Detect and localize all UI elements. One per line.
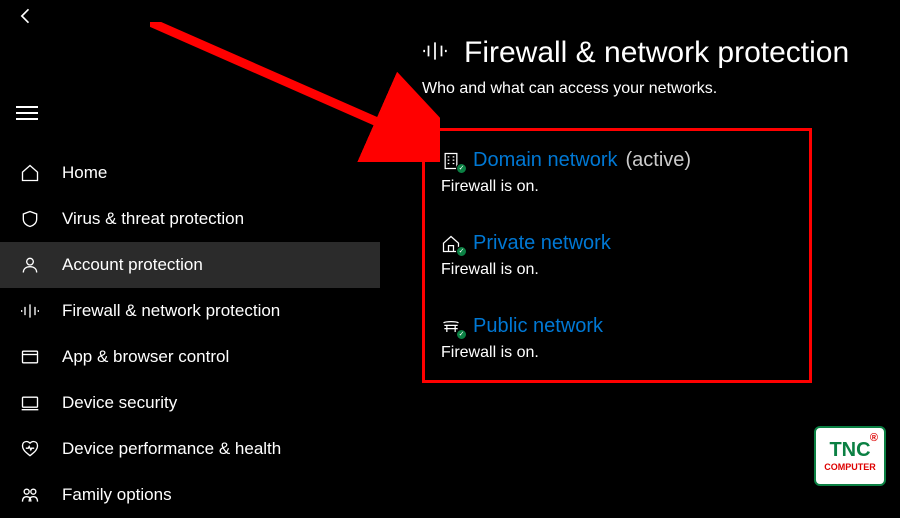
- sidebar-item-label: App & browser control: [62, 347, 229, 367]
- sidebar-item-family[interactable]: Family options: [0, 472, 380, 518]
- public-network-link[interactable]: Public network: [473, 315, 603, 338]
- shield-icon: [20, 209, 48, 229]
- network-item-private: ✓ Private network Firewall is on.: [441, 232, 793, 279]
- check-badge-icon: ✓: [456, 329, 467, 340]
- sidebar-item-label: Home: [62, 163, 107, 183]
- sidebar: Home Virus & threat protection Account p…: [0, 36, 380, 500]
- sidebar-item-account[interactable]: Account protection: [0, 242, 380, 288]
- page-subtitle: Who and what can access your networks.: [422, 80, 900, 98]
- sidebar-item-device-security[interactable]: Device security: [0, 380, 380, 426]
- registered-mark: ®: [870, 432, 878, 444]
- private-network-link[interactable]: Private network: [473, 232, 611, 255]
- network-title-icon: [422, 38, 448, 69]
- back-button[interactable]: [16, 6, 36, 31]
- network-item-public: ✓ Public network Firewall is on.: [441, 315, 793, 362]
- sidebar-item-label: Virus & threat protection: [62, 209, 244, 229]
- sidebar-item-performance[interactable]: Device performance & health: [0, 426, 380, 472]
- bench-icon: ✓: [441, 317, 463, 337]
- sidebar-item-firewall[interactable]: Firewall & network protection: [0, 288, 380, 334]
- network-status: Firewall is on.: [441, 261, 793, 279]
- sidebar-item-app-browser[interactable]: App & browser control: [0, 334, 380, 380]
- watermark-sub: COMPUTER: [824, 462, 876, 472]
- domain-network-link[interactable]: Domain network: [473, 149, 618, 172]
- person-icon: [20, 255, 48, 275]
- watermark-logo: ® TNC COMPUTER: [814, 426, 886, 486]
- sidebar-item-label: Device security: [62, 393, 177, 413]
- app-icon: [20, 347, 48, 367]
- watermark-brand: TNC: [829, 440, 870, 460]
- hamburger-menu[interactable]: [16, 106, 38, 120]
- network-active-label: (active): [626, 149, 692, 172]
- page-title: Firewall & network protection: [464, 36, 849, 70]
- building-icon: ✓: [441, 151, 463, 171]
- network-status: Firewall is on.: [441, 178, 793, 196]
- heart-icon: [20, 439, 48, 459]
- sidebar-item-label: Account protection: [62, 255, 203, 275]
- home-icon: [20, 163, 48, 183]
- device-icon: [20, 393, 48, 413]
- network-status: Firewall is on.: [441, 344, 793, 362]
- sidebar-item-label: Family options: [62, 485, 172, 505]
- sidebar-item-label: Firewall & network protection: [62, 301, 280, 321]
- network-highlight-box: ✓ Domain network (active) Firewall is on…: [422, 128, 812, 383]
- sidebar-item-label: Device performance & health: [62, 439, 281, 459]
- check-badge-icon: ✓: [456, 246, 467, 257]
- check-badge-icon: ✓: [456, 163, 467, 174]
- family-icon: [20, 485, 48, 505]
- house-icon: ✓: [441, 234, 463, 254]
- network-item-domain: ✓ Domain network (active) Firewall is on…: [441, 149, 793, 196]
- network-icon: [20, 301, 48, 321]
- sidebar-item-virus[interactable]: Virus & threat protection: [0, 196, 380, 242]
- sidebar-item-home[interactable]: Home: [0, 150, 380, 196]
